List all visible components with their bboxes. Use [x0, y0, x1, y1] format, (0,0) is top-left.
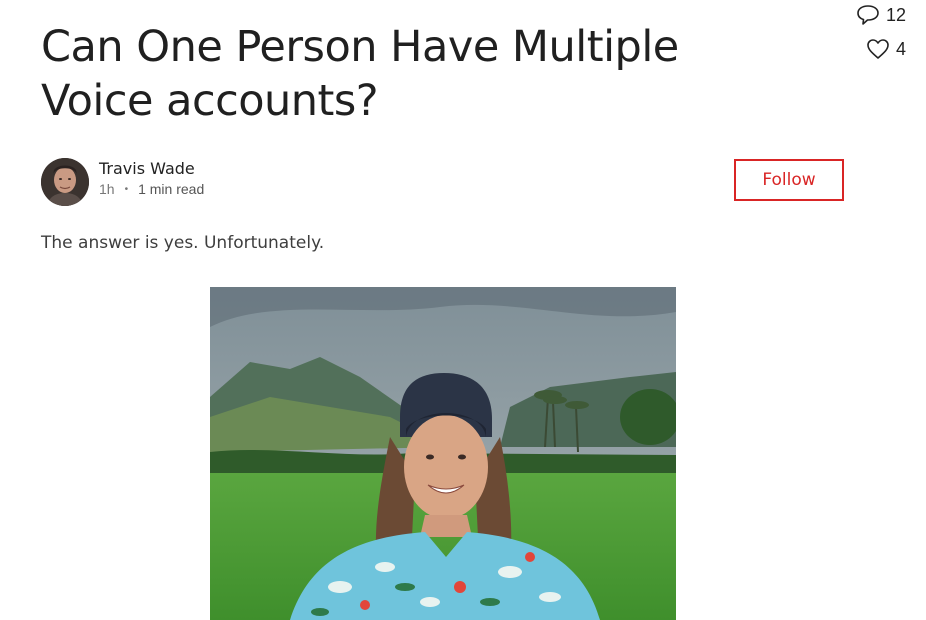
post-time: 1h — [99, 181, 115, 197]
author-row: Travis Wade 1h • 1 min read Follow — [41, 158, 844, 208]
comments-count-button[interactable]: 12 — [826, 2, 906, 28]
article-hero-image — [210, 287, 676, 620]
follow-button[interactable]: Follow — [734, 159, 844, 201]
article-page: Can One Person Have Multiple Voice accou… — [0, 0, 926, 620]
author-avatar[interactable] — [41, 158, 89, 206]
comments-count: 12 — [885, 4, 906, 25]
author-name[interactable]: Travis Wade — [99, 159, 195, 178]
likes-count: 4 — [895, 38, 906, 59]
post-meta: 1h • 1 min read — [99, 181, 204, 197]
read-time: 1 min read — [138, 181, 205, 197]
heart-outline-icon — [866, 38, 890, 60]
article-lead: The answer is yes. Unfortunately. — [41, 233, 325, 253]
meta-separator: • — [124, 183, 129, 195]
article-stats: 12 4 — [826, 2, 906, 62]
article-title: Can One Person Have Multiple Voice accou… — [41, 22, 679, 126]
likes-count-button[interactable]: 4 — [826, 36, 906, 62]
speech-bubble-icon — [856, 4, 880, 26]
